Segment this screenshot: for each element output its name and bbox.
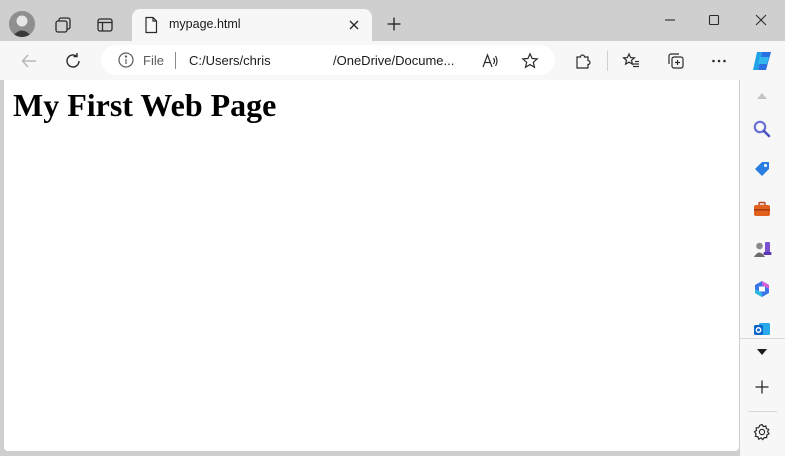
file-icon [143, 16, 159, 34]
toolbar-divider [607, 51, 608, 71]
sidebar-divider [740, 338, 785, 339]
active-tab[interactable]: mypage.html [132, 9, 372, 41]
url-text-start: C:/Users/chris [189, 53, 271, 68]
workspaces-icon[interactable] [50, 12, 76, 38]
refresh-icon[interactable] [58, 46, 88, 76]
copilot-icon[interactable] [748, 47, 776, 75]
maximize-icon[interactable] [692, 5, 736, 35]
scheme-label: File [143, 53, 164, 68]
close-window-icon[interactable] [736, 5, 785, 35]
sidebar [740, 80, 785, 456]
profile-avatar[interactable] [9, 11, 35, 37]
tab-actions-icon[interactable] [92, 12, 118, 38]
search-icon[interactable] [750, 117, 774, 141]
toolbox-icon[interactable] [750, 197, 774, 221]
tab-strip: mypage.html [0, 0, 785, 41]
microsoft-365-icon[interactable] [750, 277, 774, 301]
games-icon[interactable] [750, 237, 774, 261]
scroll-up-icon[interactable] [750, 84, 774, 108]
back-arrow-icon[interactable] [14, 46, 44, 76]
add-icon[interactable] [750, 375, 774, 399]
favorite-add-icon[interactable] [519, 50, 541, 72]
close-icon[interactable] [344, 15, 364, 35]
plus-icon[interactable] [381, 11, 407, 37]
url-text-end: /OneDrive/Docume... [333, 53, 455, 68]
page-viewport: My First Web Page [4, 80, 739, 451]
tab-title: mypage.html [169, 17, 241, 31]
address-divider [175, 52, 176, 69]
favorites-icon[interactable] [620, 50, 642, 72]
collections-icon[interactable] [665, 50, 687, 72]
navigation-toolbar: File C:/Users/chris /OneDrive/Docume... [0, 41, 785, 80]
scroll-down-icon[interactable] [750, 340, 774, 364]
sidebar-divider [748, 411, 777, 412]
info-icon[interactable] [117, 51, 135, 69]
page-heading: My First Web Page [13, 87, 277, 123]
extensions-icon[interactable] [572, 50, 594, 72]
more-icon[interactable] [708, 50, 730, 72]
settings-icon[interactable] [750, 420, 774, 444]
address-bar[interactable]: File C:/Users/chris /OneDrive/Docume... [101, 45, 555, 75]
minimize-icon[interactable] [648, 5, 692, 35]
shopping-tag-icon[interactable] [750, 157, 774, 181]
read-aloud-icon[interactable] [479, 50, 501, 72]
